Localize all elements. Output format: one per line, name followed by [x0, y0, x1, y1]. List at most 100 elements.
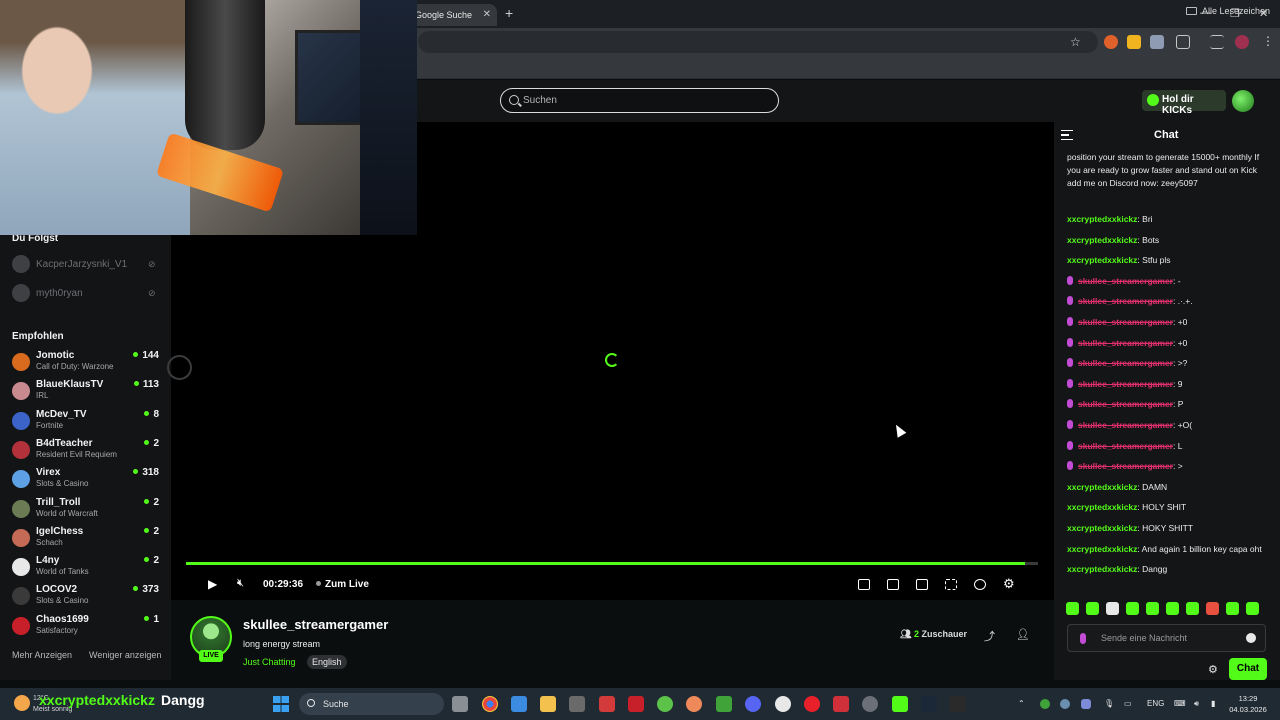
- emote-icon[interactable]: [1246, 602, 1259, 615]
- chat-settings-gear-icon[interactable]: ⚙: [1208, 663, 1218, 676]
- collapse-chat-icon[interactable]: [1061, 130, 1073, 140]
- settings-gear-icon[interactable]: ⚙: [1003, 576, 1015, 592]
- chrome-icon[interactable]: [482, 696, 498, 712]
- address-field[interactable]: [418, 31, 1098, 53]
- weather-sun-icon[interactable]: [14, 695, 30, 711]
- chat-username[interactable]: skullee_streamergamer: [1078, 317, 1173, 327]
- chat-username[interactable]: xxcryptedxxkickz: [1067, 502, 1137, 512]
- tray-icon[interactable]: [1060, 699, 1070, 709]
- extension-icon[interactable]: [1127, 35, 1141, 49]
- emote-icon[interactable]: [1126, 602, 1139, 615]
- share-icon[interactable]: ⤴: [984, 628, 995, 644]
- sidebar-item-recommended[interactable]: Virex Slots & Casino 318: [12, 467, 162, 495]
- user-avatar[interactable]: [1232, 90, 1254, 112]
- fullscreen-icon[interactable]: [945, 579, 957, 590]
- tab-close-icon[interactable]: ✕: [483, 9, 491, 20]
- chat-input[interactable]: Sende eine Nachricht: [1067, 624, 1266, 652]
- mute-icon[interactable]: 🔇︎: [237, 577, 244, 590]
- chat-username[interactable]: xxcryptedxxkickz: [1067, 235, 1137, 245]
- emote-icon[interactable]: [1086, 602, 1099, 615]
- battery-icon[interactable]: ▮: [1211, 699, 1215, 708]
- app-icon[interactable]: [686, 696, 702, 712]
- search-input[interactable]: Suchen: [500, 88, 779, 113]
- theater-mode-icon[interactable]: [916, 579, 928, 590]
- new-tab-button[interactable]: +: [505, 5, 513, 21]
- sidebar-item-recommended[interactable]: Trill_Troll World of Warcraft 2: [12, 497, 162, 525]
- chat-send-button[interactable]: Chat: [1229, 658, 1267, 680]
- chat-username[interactable]: skullee_streamergamer: [1078, 276, 1173, 286]
- sidebar-item-recommended[interactable]: B4dTeacher Resident Evil Requiem 2: [12, 438, 162, 466]
- tray-icon[interactable]: ▭: [1124, 699, 1132, 708]
- media-icon[interactable]: [1210, 35, 1224, 49]
- emote-icon[interactable]: [1166, 602, 1179, 615]
- streamer-name[interactable]: skullee_streamergamer: [243, 617, 388, 632]
- speed-icon[interactable]: [974, 579, 986, 590]
- sidebar-item-following[interactable]: KacperJarzysnki_V1 ⊘: [12, 255, 162, 273]
- volume-icon[interactable]: 🔊︎: [1194, 699, 1199, 709]
- record-icon[interactable]: [804, 696, 820, 712]
- emote-icon[interactable]: [1186, 602, 1199, 615]
- task-view-icon[interactable]: [452, 696, 468, 712]
- emote-icon[interactable]: [1226, 602, 1239, 615]
- chat-username[interactable]: xxcryptedxxkickz: [1067, 214, 1137, 224]
- extension-icon[interactable]: [1104, 35, 1118, 49]
- taskbar-search[interactable]: Suche: [299, 693, 444, 715]
- show-more-button[interactable]: Mehr Anzeigen: [12, 650, 72, 660]
- chat-username[interactable]: xxcryptedxxkickz: [1067, 544, 1137, 554]
- emote-icon[interactable]: [1106, 602, 1119, 615]
- app-icon[interactable]: [950, 696, 966, 712]
- app-icon[interactable]: [628, 696, 644, 712]
- network-icon[interactable]: ⌨: [1174, 699, 1186, 708]
- sidebar-item-recommended[interactable]: Jomotic Call of Duty: Warzone 144: [12, 350, 162, 378]
- go-live-button[interactable]: Zum Live: [316, 579, 369, 590]
- chat-username[interactable]: skullee_streamergamer: [1078, 399, 1173, 409]
- chat-username[interactable]: skullee_streamergamer: [1078, 441, 1173, 451]
- profile-avatar[interactable]: [1235, 35, 1249, 49]
- chat-username[interactable]: skullee_streamergamer: [1078, 358, 1173, 368]
- kick-icon[interactable]: [892, 696, 908, 712]
- sidebar-item-recommended[interactable]: McDev_TV Fortnite 8: [12, 409, 162, 437]
- chat-username[interactable]: skullee_streamergamer: [1078, 420, 1173, 430]
- browser-tab[interactable]: Google Suche ✕: [405, 4, 497, 26]
- app-icon[interactable]: [833, 696, 849, 712]
- follow-user-icon[interactable]: 👤︎: [1016, 628, 1030, 641]
- chat-username[interactable]: xxcryptedxxkickz: [1067, 564, 1137, 574]
- chat-username[interactable]: xxcryptedxxkickz: [1067, 255, 1137, 265]
- language-indicator[interactable]: ENG: [1147, 699, 1164, 708]
- show-less-button[interactable]: Weniger anzeigen: [89, 650, 161, 660]
- emoji-icon[interactable]: [1246, 633, 1256, 643]
- sidebar-item-following[interactable]: myth0ryan ⊘: [12, 284, 162, 302]
- menu-dots-icon[interactable]: ⋮: [1262, 34, 1274, 48]
- app-icon[interactable]: [569, 696, 585, 712]
- chat-username[interactable]: skullee_streamergamer: [1078, 379, 1173, 389]
- sidebar-item-recommended[interactable]: LOCOV2 Slots & Casino 373: [12, 584, 162, 612]
- file-explorer-icon[interactable]: [540, 696, 556, 712]
- app-icon[interactable]: [657, 696, 673, 712]
- miniplayer-icon[interactable]: [858, 579, 870, 590]
- get-kicks-button[interactable]: Hol dir KICKs: [1142, 90, 1226, 116]
- extension-icon[interactable]: [1150, 35, 1164, 49]
- sidebar-item-recommended[interactable]: L4ny World of Tanks 2: [12, 555, 162, 583]
- tray-icon[interactable]: [1040, 699, 1050, 709]
- chat-username[interactable]: xxcryptedxxkickz: [1067, 523, 1137, 533]
- sidebar-item-recommended[interactable]: IgelChess Schach 2: [12, 526, 162, 554]
- microphone-icon[interactable]: 🎙︎: [1104, 699, 1114, 708]
- chat-username[interactable]: skullee_streamergamer: [1078, 338, 1173, 348]
- sidebar-item-recommended[interactable]: BlaueKlausTV IRL 113: [12, 379, 162, 407]
- chat-username[interactable]: skullee_streamergamer: [1078, 296, 1173, 306]
- bookmark-star-icon[interactable]: ☆: [1070, 35, 1081, 49]
- calculator-icon[interactable]: [511, 696, 527, 712]
- emote-icon[interactable]: [1146, 602, 1159, 615]
- sidebar-item-recommended[interactable]: Chaos1699 Satisfactory 1: [12, 614, 162, 642]
- stream-category-link[interactable]: Just Chatting: [243, 657, 296, 667]
- all-bookmarks-button[interactable]: Alle Lesezeichen: [1185, 6, 1270, 16]
- windows-start-icon[interactable]: [273, 696, 289, 712]
- discord-icon[interactable]: [745, 696, 761, 712]
- emote-icon[interactable]: [1066, 602, 1079, 615]
- progress-bar[interactable]: [186, 562, 1038, 565]
- puzzle-icon[interactable]: [1176, 35, 1190, 49]
- play-icon[interactable]: ▶: [208, 577, 217, 591]
- emote-icon[interactable]: [1206, 602, 1219, 615]
- clip-icon[interactable]: [887, 579, 899, 590]
- app-icon[interactable]: [862, 696, 878, 712]
